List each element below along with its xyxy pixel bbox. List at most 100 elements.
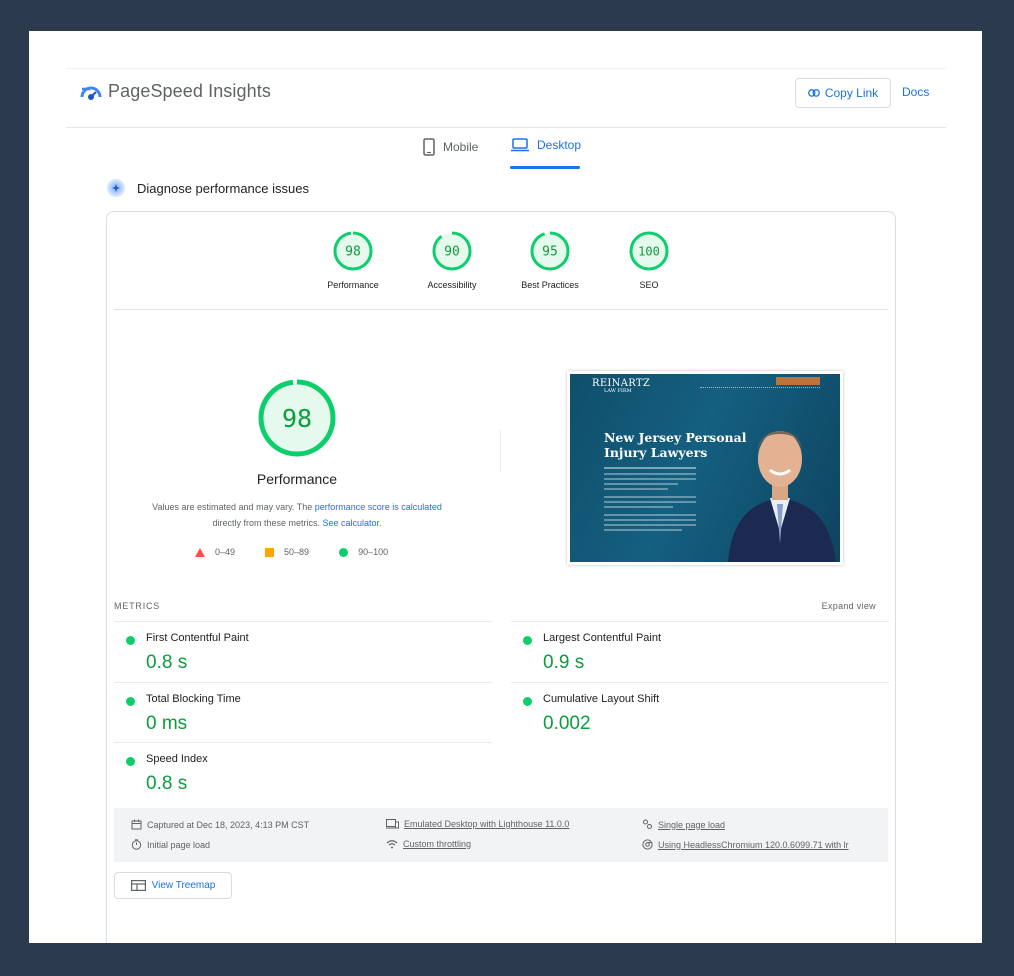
gauge-label-accessibility: Accessibility (427, 280, 477, 290)
site-logo: REINARTZ LAW FIRM (592, 378, 650, 394)
pass-dot-icon (126, 636, 135, 645)
legend-fail: 0–49 (195, 547, 235, 557)
screenshot-canvas: REINARTZ LAW FIRM New Jersey Personal In… (570, 374, 840, 562)
emulated-device-text: Emulated Desktop with Lighthouse 11.0.0 (404, 819, 570, 829)
diagnose-section-title: Diagnose performance issues (107, 179, 309, 197)
view-treemap-button[interactable]: View Treemap (114, 872, 232, 899)
metric-speed-index: Speed Index 0.8 s (114, 742, 492, 802)
diagnose-title: Diagnose performance issues (137, 180, 309, 196)
pass-dot-icon (126, 757, 135, 766)
legend-pass-range: 90–100 (358, 547, 389, 557)
emulated-device[interactable]: Emulated Desktop with Lighthouse 11.0.0 (386, 819, 569, 829)
metric-total-blocking-time: Total Blocking Time 0 ms (114, 682, 492, 742)
captured-at: Captured at Dec 18, 2023, 4:13 PM CST (131, 819, 309, 830)
legend-average: 50–89 (265, 547, 309, 557)
performance-score-link[interactable]: performance score is calculated (315, 502, 442, 512)
metric-name: Cumulative Layout Shift (543, 693, 660, 705)
main-performance-label: Performance (256, 471, 338, 487)
gauges-divider (114, 309, 888, 310)
see-calculator-link[interactable]: See calculator. (322, 518, 381, 528)
note-text-2: directly from these metrics. (212, 518, 323, 528)
gauge-seo[interactable]: 100 SEO (604, 230, 694, 290)
gauge-label-performance: Performance (327, 280, 379, 290)
site-cta-button (776, 377, 820, 385)
metric-value: 0.9 s (543, 652, 585, 673)
docs-link[interactable]: Docs (902, 85, 929, 99)
active-tab-indicator (510, 166, 580, 169)
best-practices-score-gauge: 95 (530, 231, 570, 271)
score-gauges: 98 Performance 90 Accessibility 95 Best (107, 212, 897, 310)
metric-value: 0.8 s (146, 652, 188, 673)
page-screenshot: REINARTZ LAW FIRM New Jersey Personal In… (567, 371, 843, 565)
link-icon (807, 89, 820, 97)
metric-value: 0 ms (146, 713, 188, 734)
timer-icon (131, 839, 142, 850)
site-nav (700, 387, 820, 390)
best-practices-score-value: 95 (542, 245, 558, 260)
pass-dot-icon (126, 697, 135, 706)
gauge-label-best-practices: Best Practices (521, 280, 579, 290)
run-info-panel: Captured at Dec 18, 2023, 4:13 PM CST In… (114, 808, 888, 862)
gauge-best-practices[interactable]: 95 Best Practices (505, 230, 595, 290)
accessibility-score-value: 90 (444, 245, 460, 260)
metric-value: 0.002 (543, 713, 591, 734)
browser-version-text: Using HeadlessChromium 120.0.6099.71 wit… (658, 839, 849, 850)
single-load-text: Single page load (658, 819, 726, 830)
metrics-header: METRICS Expand view (114, 601, 888, 611)
wifi-icon (386, 840, 398, 849)
sparkle-icon (107, 179, 125, 197)
brand-name: PageSpeed Insights (108, 81, 271, 101)
pagespeed-logo-icon (80, 86, 102, 100)
tab-mobile-label: Mobile (443, 140, 479, 154)
tab-desktop[interactable]: Desktop (511, 138, 581, 152)
single-load[interactable]: Single page load (642, 819, 725, 830)
initial-load-text: Initial page load (147, 839, 211, 850)
throttling-text: Custom throttling (403, 839, 472, 849)
device-tabs: Mobile Desktop (29, 128, 982, 172)
accessibility-score-gauge: 90 (432, 231, 472, 271)
report-card: 98 Performance 90 Accessibility 95 Best (106, 211, 896, 943)
metric-value: 0.8 s (146, 773, 188, 794)
laptop-icon (511, 138, 529, 152)
tab-mobile[interactable]: Mobile (423, 138, 478, 156)
page-frame: PageSpeed Insights Copy Link Docs Mobile… (29, 31, 982, 943)
orange-square-icon (265, 547, 275, 557)
main-performance-value: 98 (282, 404, 312, 433)
legend-pass: 90–100 (339, 547, 388, 557)
green-circle-icon (339, 547, 349, 557)
expand-view-toggle[interactable]: Expand view (822, 601, 876, 611)
phone-icon (423, 138, 435, 156)
metric-cumulative-layout-shift: Cumulative Layout Shift 0.002 (511, 682, 889, 742)
metrics-title: METRICS (114, 601, 161, 611)
metric-first-contentful-paint: First Contentful Paint 0.8 s (114, 621, 492, 681)
copy-link-button[interactable]: Copy Link (795, 78, 891, 108)
metric-name: Largest Contentful Paint (543, 632, 662, 644)
captured-at-text: Captured at Dec 18, 2023, 4:13 PM CST (147, 819, 310, 830)
browser-version[interactable]: Using HeadlessChromium 120.0.6099.71 wit… (642, 839, 849, 850)
pass-dot-icon (523, 636, 532, 645)
metric-largest-contentful-paint: Largest Contentful Paint 0.9 s (511, 621, 889, 681)
tab-desktop-label: Desktop (537, 138, 582, 152)
metric-name: Speed Index (146, 753, 208, 765)
section-vertical-divider (500, 430, 501, 472)
browser-icon (642, 839, 653, 850)
score-note: Values are estimated and may vary. The p… (117, 499, 477, 531)
calendar-icon (131, 819, 142, 830)
seo-score-value: 100 (638, 245, 660, 259)
performance-score-gauge: 98 (333, 231, 373, 271)
gauge-performance[interactable]: 98 Performance (308, 230, 398, 290)
score-legend: 0–49 50–89 90–100 (195, 547, 388, 557)
main-performance-gauge: 98 (258, 379, 336, 457)
initial-load: Initial page load (131, 839, 210, 850)
devices-icon (386, 819, 399, 829)
gauge-accessibility[interactable]: 90 Accessibility (407, 230, 497, 290)
red-triangle-icon (195, 547, 205, 557)
note-text-1: Values are estimated and may vary. The (152, 502, 315, 512)
performance-score-value: 98 (345, 245, 361, 260)
legend-average-range: 50–89 (284, 547, 310, 557)
seo-score-gauge: 100 (629, 231, 669, 271)
copy-link-label: Copy Link (824, 86, 879, 100)
legend-fail-range: 0–49 (215, 547, 236, 557)
view-treemap-label: View Treemap (151, 880, 216, 891)
throttling[interactable]: Custom throttling (386, 839, 471, 849)
